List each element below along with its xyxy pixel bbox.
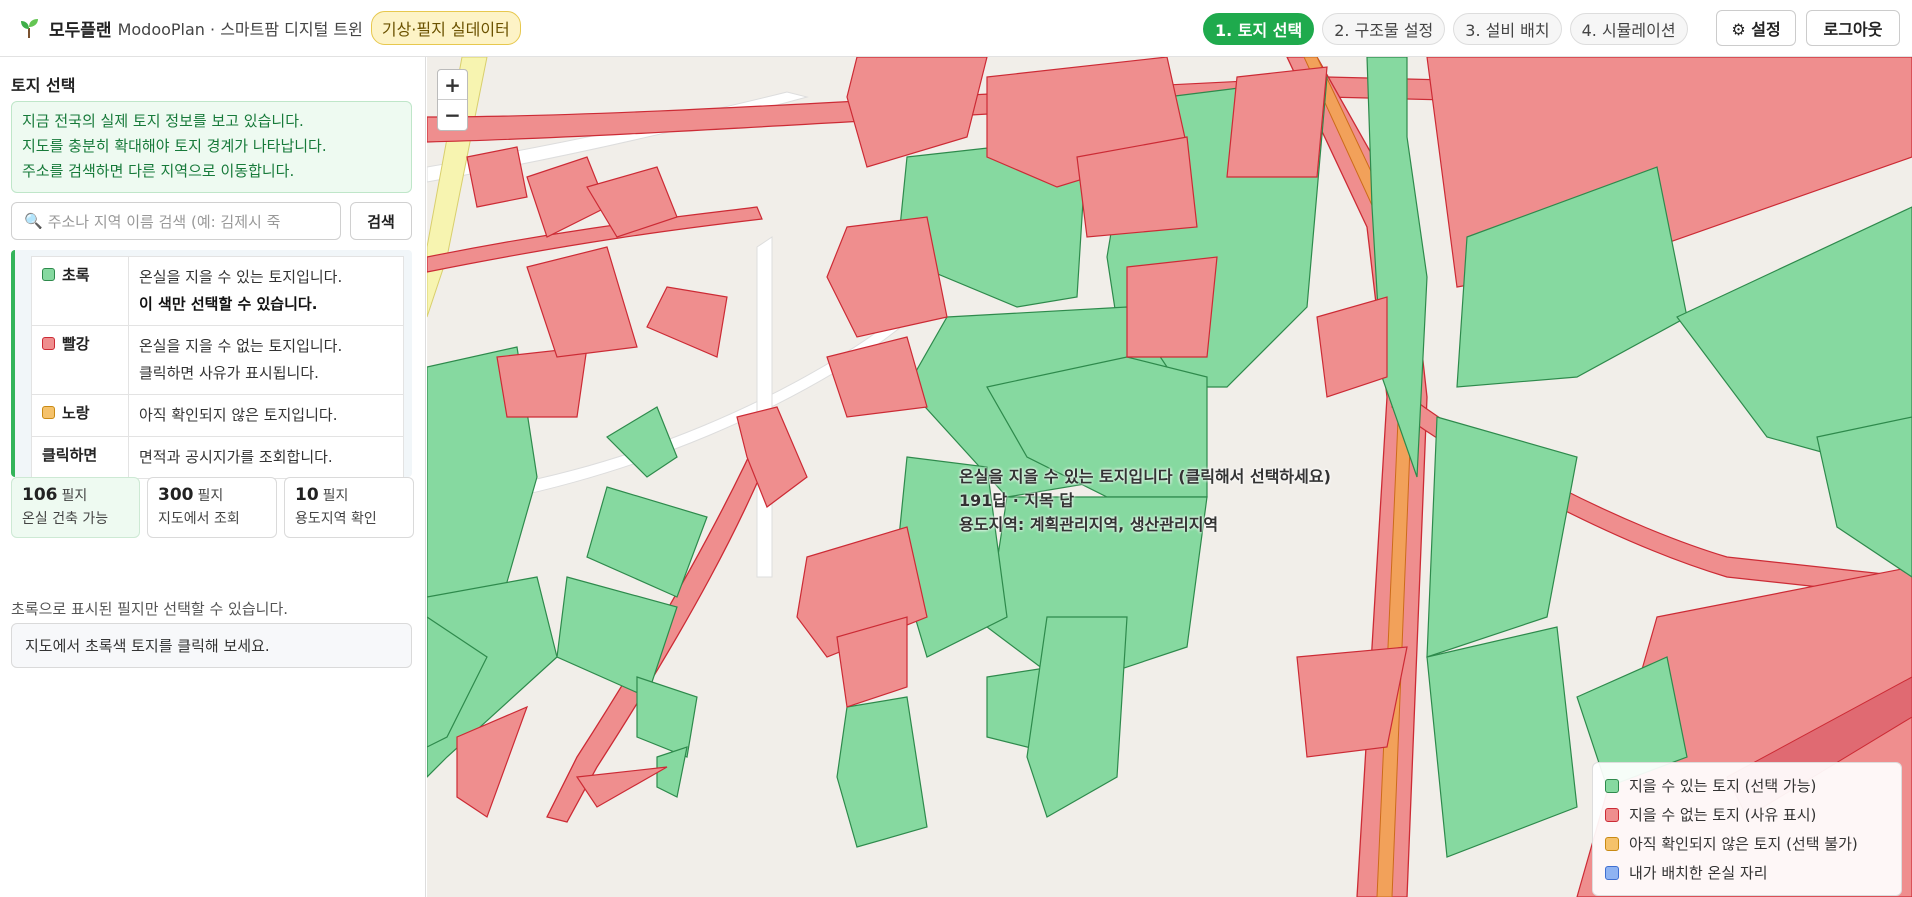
map-legend-row: 내가 배치한 온실 자리 [1605, 858, 1889, 887]
top-bar: 모두플랜 ModooPlan · 스마트팜 디지털 트윈 기상·필지 실데이터 … [0, 0, 1912, 57]
yellow-swatch [1605, 836, 1619, 851]
stat-buildable: 106 필지 온실 건축 가능 [11, 477, 140, 538]
stat-desc: 용도지역 확인 [295, 511, 377, 527]
legend-row-yellow: 노랑 아직 확인되지 않은 토지입니다. [31, 394, 404, 437]
map-legend-label: 내가 배치한 온실 자리 [1629, 864, 1768, 882]
legend-text-emphasis: 이 색만 선택할 수 있습니다. [139, 295, 318, 313]
legend-key: 초록 [62, 266, 90, 284]
legend-row-red: 빨강 온실을 지을 수 없는 토지입니다. 클릭하면 사유가 표시됩니다. [31, 325, 404, 395]
stat-value: 300 [158, 485, 194, 505]
stat-unit: 필지 [197, 488, 224, 504]
parcel-tooltip: 온실을 지을 수 있는 토지입니다 (클릭해서 선택하세요) 191답 · 지목… [959, 465, 1331, 537]
stat-desc: 지도에서 조회 [158, 511, 240, 527]
zoom-control: + − [437, 69, 468, 131]
search-placeholder: 주소나 지역 이름 검색 (예: 김제시 죽 [47, 212, 281, 231]
sprout-icon [21, 19, 38, 38]
map-legend: 지을 수 있는 토지 (선택 가능) 지을 수 없는 토지 (사유 표시) 아직… [1592, 762, 1902, 896]
step-1-land-select[interactable]: 1. 토지 선택 [1203, 13, 1315, 45]
map-legend-label: 아직 확인되지 않은 토지 (선택 불가) [1629, 835, 1858, 853]
stat-unit: 필지 [322, 488, 349, 504]
logout-button[interactable]: 로그아웃 [1806, 10, 1900, 46]
selection-note: 초록으로 표시된 필지만 선택할 수 있습니다. [11, 600, 289, 618]
legend-key: 클릭하면 [42, 446, 98, 464]
map-legend-row: 지을 수 있는 토지 (선택 가능) [1605, 771, 1889, 800]
info-line: 지도를 충분히 확대해야 토지 경계가 나타납니다. [22, 137, 327, 155]
red-swatch [42, 337, 55, 350]
info-line: 주소를 검색하면 다른 지역으로 이동합니다. [22, 162, 295, 180]
tooltip-status: 온실을 지을 수 있는 토지입니다 (클릭해서 선택하세요) [959, 467, 1331, 486]
stat-unit: 필지 [61, 488, 88, 504]
map-legend-label: 지을 수 있는 토지 (선택 가능) [1629, 777, 1817, 795]
stat-desc: 온실 건축 가능 [22, 511, 109, 527]
green-swatch [42, 268, 55, 281]
map-hint: 지도에서 초록색 토지를 클릭해 보세요. [11, 623, 412, 668]
zoom-out-button[interactable]: − [438, 100, 467, 130]
legend-row-green: 초록 온실을 지을 수 있는 토지입니다. 이 색만 선택할 수 있습니다. [31, 256, 404, 326]
color-legend-table: 초록 온실을 지을 수 있는 토지입니다. 이 색만 선택할 수 있습니다. 빨강… [31, 256, 404, 479]
brand-name: 모두플랜 [49, 20, 112, 41]
legend-row-click: 클릭하면 면적과 공시지가를 조회합니다. [31, 436, 404, 479]
step-4-simulation[interactable]: 4. 시뮬레이션 [1569, 13, 1688, 45]
map-legend-label: 지을 수 없는 토지 (사유 표시) [1629, 806, 1817, 824]
legend-text: 온실을 지을 수 없는 토지입니다. [139, 337, 343, 355]
legend-text: 온실을 지을 수 있는 토지입니다. [139, 268, 343, 286]
step-3-equipment[interactable]: 3. 설비 배치 [1453, 13, 1562, 45]
yellow-swatch [42, 406, 55, 419]
tooltip-zoning: 용도지역: 계획관리지역, 생산관리지역 [959, 515, 1219, 534]
blue-swatch [1605, 865, 1619, 880]
parcel-map[interactable]: + − 온실을 지을 수 있는 토지입니다 (클릭해서 선택하세요) 191답 … [427, 57, 1912, 897]
parcel-stats: 106 필지 온실 건축 가능 300 필지 지도에서 조회 10 필지 용도지역 확… [11, 477, 414, 538]
legend-text: 클릭하면 사유가 표시됩니다. [139, 364, 319, 382]
map-legend-row: 아직 확인되지 않은 토지 (선택 불가) [1605, 829, 1889, 858]
sidebar: 토지 선택 지금 전국의 실제 토지 정보를 보고 있습니다. 지도를 충분히 … [0, 57, 426, 897]
step-2-structure[interactable]: 2. 구조물 설정 [1322, 13, 1446, 45]
search-button[interactable]: 검색 [350, 202, 412, 240]
step-nav: 1. 토지 선택 2. 구조물 설정 3. 설비 배치 4. 시뮬레이션 [1203, 13, 1688, 45]
green-swatch [1605, 778, 1619, 793]
map-legend-row: 지을 수 없는 토지 (사유 표시) [1605, 800, 1889, 829]
legend-text: 아직 확인되지 않은 토지입니다. [139, 406, 338, 424]
settings-button[interactable]: ⚙ 설정 [1716, 10, 1796, 46]
tooltip-lot: 191답 · 지목 답 [959, 491, 1075, 510]
sidebar-title: 토지 선택 [11, 76, 76, 95]
info-line: 지금 전국의 실제 토지 정보를 보고 있습니다. [22, 112, 304, 130]
zoom-in-button[interactable]: + [438, 70, 467, 100]
red-swatch [1605, 807, 1619, 822]
search-input[interactable]: 🔍 주소나 지역 이름 검색 (예: 김제시 죽 [11, 202, 341, 240]
info-box: 지금 전국의 실제 토지 정보를 보고 있습니다. 지도를 충분히 확대해야 토… [11, 101, 412, 193]
stat-value: 10 [295, 485, 319, 505]
data-badge: 기상·필지 실데이터 [370, 11, 521, 45]
legend-key: 노랑 [62, 404, 90, 422]
color-legend-panel: 초록 온실을 지을 수 있는 토지입니다. 이 색만 선택할 수 있습니다. 빨강… [11, 250, 412, 479]
search-icon: 🔍 [24, 212, 43, 230]
brand[interactable]: 모두플랜 ModooPlan · 스마트팜 디지털 트윈 [17, 16, 363, 41]
stat-value: 106 [22, 485, 58, 505]
legend-text: 면적과 공시지가를 조회합니다. [139, 448, 333, 466]
legend-key: 빨강 [62, 335, 90, 353]
stat-queried: 300 필지 지도에서 조회 [147, 477, 277, 538]
stat-zoning: 10 필지 용도지역 확인 [284, 477, 414, 538]
brand-subtitle: ModooPlan · 스마트팜 디지털 트윈 [117, 20, 363, 39]
